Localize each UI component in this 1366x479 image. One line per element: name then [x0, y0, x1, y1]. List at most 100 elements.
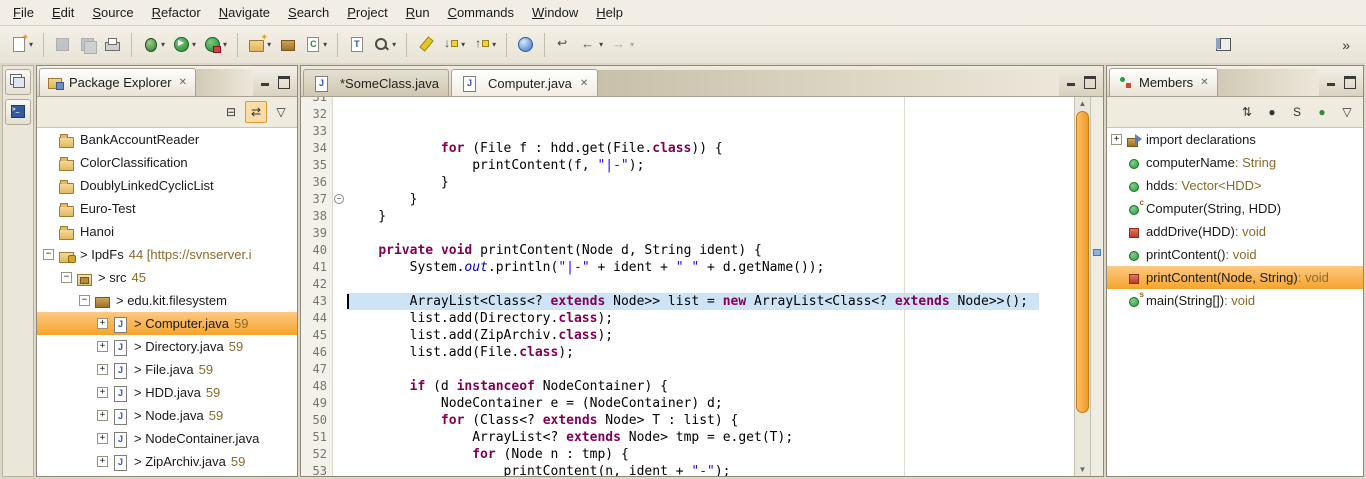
collapse-minus-icon[interactable]: − — [79, 295, 90, 306]
save-button[interactable] — [50, 31, 75, 59]
member-printcontent[interactable]: +printContent() : void — [1107, 243, 1363, 266]
scroll-down-icon[interactable]: ▼ — [1075, 465, 1090, 474]
mark-occurrences-button[interactable] — [413, 31, 438, 59]
minimize-view-icon[interactable] — [1326, 78, 1336, 87]
member-import-declarations[interactable]: +import declarations — [1107, 128, 1363, 151]
print-button[interactable] — [100, 31, 125, 59]
menu-item-search[interactable]: Search — [279, 2, 338, 23]
tree-item-ziparchiv-java[interactable]: +> ZipArchiv.java59 — [37, 450, 297, 473]
forward-button[interactable]: ▾ — [607, 31, 638, 59]
open-type-button[interactable] — [344, 31, 369, 59]
members-view-tab[interactable]: Members ✕ — [1109, 68, 1218, 96]
code-line-43[interactable]: list.add(File.class); — [347, 344, 1074, 361]
new-class-button[interactable]: ▾ — [300, 31, 331, 59]
tree-item-hdd-java[interactable]: +> HDD.java59 — [37, 381, 297, 404]
expand-plus-icon[interactable]: + — [97, 318, 108, 329]
menu-item-source[interactable]: Source — [83, 2, 142, 23]
menu-item-commands[interactable]: Commands — [439, 2, 523, 23]
tree-item-node-java[interactable]: +> Node.java59 — [37, 404, 297, 427]
code-line-38[interactable]: System.out.println("|-" + ident + " " + … — [347, 259, 1074, 276]
code-line-42[interactable]: list.add(ZipArchiv.class); — [347, 327, 1074, 344]
close-view-icon[interactable]: ✕ — [1200, 77, 1208, 88]
code-line-34[interactable]: } — [347, 191, 1074, 208]
save-all-button[interactable] — [75, 31, 100, 59]
expand-plus-icon[interactable]: + — [97, 364, 108, 375]
dropdown-arrow-icon[interactable]: ▾ — [223, 40, 227, 49]
hide-static-members-button[interactable]: S — [1286, 101, 1308, 123]
maximize-view-icon[interactable] — [278, 76, 290, 89]
menu-item-edit[interactable]: Edit — [43, 2, 83, 23]
tree-item-src[interactable]: −> src45 — [37, 266, 297, 289]
run-external-tools-button[interactable]: ▾ — [200, 31, 231, 59]
collapse-minus-icon[interactable]: − — [43, 249, 54, 260]
code-line-36[interactable] — [347, 225, 1074, 242]
package-explorer-view-tab[interactable]: Package Explorer ✕ — [39, 68, 196, 96]
expand-plus-icon[interactable]: + — [97, 410, 108, 421]
code-line-46[interactable]: NodeContainer e = (NodeContainer) d; — [347, 395, 1074, 412]
expand-plus-icon[interactable]: + — [97, 387, 108, 398]
code-line-40[interactable]: ArrayList<Class<? extends Node>> list = … — [347, 293, 1074, 310]
editor-tab-computer-java[interactable]: Computer.java✕ — [451, 69, 598, 96]
scrollbar-thumb[interactable] — [1076, 111, 1089, 413]
code-line-31[interactable]: for (File f : hdd.get(File.class)) { — [347, 140, 1074, 157]
member-printcontent-node-string[interactable]: +printContent(Node, String) : void — [1107, 266, 1363, 289]
view-menu-button[interactable]: ▽ — [1336, 101, 1358, 123]
code-line-32[interactable]: printContent(f, "|-"); — [347, 157, 1074, 174]
collapse-all-button[interactable]: ⊟ — [220, 101, 242, 123]
code-line-45[interactable]: if (d instanceof NodeContainer) { — [347, 378, 1074, 395]
dropdown-arrow-icon[interactable]: ▾ — [630, 40, 634, 49]
code-line-41[interactable]: list.add(Directory.class); — [347, 310, 1074, 327]
minimize-view-icon[interactable] — [1066, 78, 1076, 87]
view-menu-button[interactable]: ▽ — [270, 101, 292, 123]
toolbar-overflow-chevron[interactable]: » — [1338, 35, 1354, 55]
code-area[interactable]: for (File f : hdd.get(File.class)) { pri… — [347, 97, 1074, 476]
fold-collapse-icon[interactable]: − — [334, 194, 344, 204]
close-view-icon[interactable]: ✕ — [179, 77, 187, 88]
next-annotation-button[interactable]: ▾ — [438, 31, 469, 59]
minimize-view-icon[interactable] — [260, 78, 270, 87]
overview-ruler[interactable] — [1090, 97, 1103, 476]
code-line-47[interactable]: for (Class<? extends Node> T : list) { — [347, 412, 1074, 429]
dropdown-arrow-icon[interactable]: ▾ — [323, 40, 327, 49]
maximize-view-icon[interactable] — [1084, 76, 1096, 89]
member-main-string[interactable]: +smain(String[]) : void — [1107, 289, 1363, 312]
member-computername[interactable]: +computerName : String — [1107, 151, 1363, 174]
new-wizard-button[interactable]: ▾ — [6, 31, 37, 59]
hide-fields-button[interactable]: ● — [1261, 101, 1283, 123]
member-computer-string-hdd[interactable]: +cComputer(String, HDD) — [1107, 197, 1363, 220]
menu-item-run[interactable]: Run — [397, 2, 439, 23]
code-line-37[interactable]: private void printContent(Node d, String… — [347, 242, 1074, 259]
code-line-35[interactable]: } — [347, 208, 1074, 225]
tree-item-edu-kit-filesystem[interactable]: −> edu.kit.filesystem — [37, 289, 297, 312]
expand-plus-icon[interactable]: + — [97, 433, 108, 444]
sort-button[interactable]: ⇅ — [1236, 101, 1258, 123]
new-java-project-button[interactable]: ▾ — [244, 31, 275, 59]
dropdown-arrow-icon[interactable]: ▾ — [461, 40, 465, 49]
tree-item-euro-test[interactable]: +Euro-Test — [37, 197, 297, 220]
tree-item-ipdfs[interactable]: −> IpdFs44 [https://svnserver.i — [37, 243, 297, 266]
menu-item-help[interactable]: Help — [587, 2, 632, 23]
dropdown-arrow-icon[interactable]: ▾ — [392, 40, 396, 49]
expand-plus-icon[interactable]: + — [97, 456, 108, 467]
dropdown-arrow-icon[interactable]: ▾ — [492, 40, 496, 49]
maximize-view-icon[interactable] — [1344, 76, 1356, 89]
fast-view-button-1[interactable] — [5, 69, 31, 95]
new-package-button[interactable] — [275, 31, 300, 59]
tree-item-colorclassification[interactable]: +ColorClassification — [37, 151, 297, 174]
code-line-49[interactable]: for (Node n : tmp) { — [347, 446, 1074, 463]
dropdown-arrow-icon[interactable]: ▾ — [599, 40, 603, 49]
collapse-minus-icon[interactable]: − — [61, 272, 72, 283]
tree-item-computer-java[interactable]: +> Computer.java59 — [37, 312, 297, 335]
dropdown-arrow-icon[interactable]: ▾ — [29, 40, 33, 49]
fast-view-button-2[interactable] — [5, 99, 31, 125]
last-edit-location-button[interactable] — [551, 31, 576, 59]
code-line-33[interactable]: } — [347, 174, 1074, 191]
menu-item-file[interactable]: File — [4, 2, 43, 23]
member-hdds[interactable]: +hdds : Vector<HDD> — [1107, 174, 1363, 197]
menu-item-window[interactable]: Window — [523, 2, 587, 23]
link-with-editor-button[interactable]: ⇄ — [245, 101, 267, 123]
scroll-up-icon[interactable]: ▲ — [1075, 99, 1090, 108]
occurrence-marker[interactable] — [1093, 249, 1101, 256]
open-perspective-button[interactable] — [1211, 31, 1236, 59]
debug-button[interactable]: ▾ — [138, 31, 169, 59]
